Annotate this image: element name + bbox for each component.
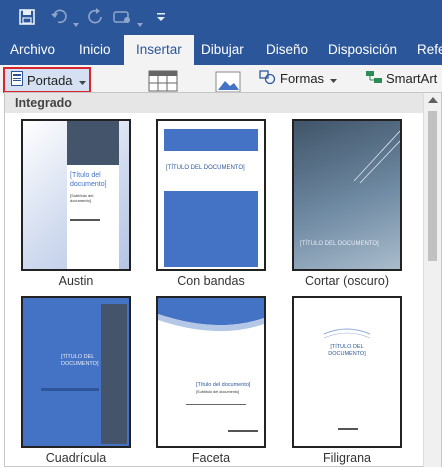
faceta-title: [Título del documento]: [196, 382, 251, 388]
cover-austin[interactable]: [Título del documento] [Subtítulo del do…: [21, 119, 131, 289]
faceta-wave: [158, 298, 264, 332]
thumbnail-con-bandas: [TÍTULO DEL DOCUMENTO]: [156, 119, 266, 271]
austin-header-block: [67, 121, 119, 165]
tab-archivo[interactable]: Archivo: [10, 35, 55, 65]
austin-title: [Título del documento]: [70, 172, 107, 188]
tab-inicio[interactable]: Inicio: [79, 35, 111, 65]
cover-filigrana[interactable]: [TÍTULO DEL DOCUMENTO] Filigrana: [292, 296, 402, 466]
cover-label-con-bandas: Con bandas: [177, 274, 245, 288]
cover-label-cortar-oscuro: Cortar (oscuro): [304, 274, 390, 288]
smartart-label: SmartArt: [386, 70, 438, 86]
cover-label-austin: Austin: [58, 274, 94, 288]
formas-label: Formas: [280, 70, 325, 86]
dropdown-small-icon[interactable]: [137, 14, 143, 32]
cover-label-faceta: Faceta: [191, 451, 231, 465]
filigrana-footer: [338, 428, 358, 430]
scroll-thumb[interactable]: [428, 111, 437, 261]
cover-label-cuadricula: Cuadrícula: [45, 451, 107, 465]
austin-line: [70, 219, 100, 221]
save-icon[interactable]: [18, 8, 36, 26]
ribbon-tabs: Archivo Inicio Insertar Dibujar Diseño D…: [0, 35, 442, 65]
cover-con-bandas[interactable]: [TÍTULO DEL DOCUMENTO] Con bandas: [156, 119, 266, 289]
portada-button[interactable]: Portada: [3, 67, 91, 93]
section-header-integrado: Integrado: [5, 93, 423, 113]
thumbnail-cortar-oscuro: [TÍTULO DEL DOCUMENTO]: [292, 119, 402, 271]
cover-page-icon: [11, 71, 23, 89]
band-top: [164, 129, 258, 151]
tab-dibujar[interactable]: Dibujar: [201, 35, 244, 65]
band-bottom: [164, 191, 258, 267]
portada-label: Portada: [27, 72, 73, 88]
cover-cortar-oscuro[interactable]: [TÍTULO DEL DOCUMENTO] Cortar (oscuro): [292, 119, 402, 289]
touch-mode-icon[interactable]: [113, 8, 133, 26]
smartart-button[interactable]: SmartArt: [365, 67, 437, 89]
faceta-subtitle: [Subtítulo del documento]: [196, 390, 240, 394]
scroll-up-icon[interactable]: [428, 97, 438, 103]
tab-referencias[interactable]: Refe: [417, 35, 442, 65]
cortar-title: [TÍTULO DEL DOCUMENTO]: [300, 241, 379, 247]
cuadricula-title: [TÍTULO DEL DOCUMENTO]: [61, 354, 99, 367]
vertical-scrollbar[interactable]: [423, 93, 441, 467]
austin-subtitle: [Subtítulo del documento]: [70, 193, 94, 203]
cover-page-gallery: Integrado [Título del documento] [Subtít…: [4, 92, 442, 467]
dropdown-small-icon[interactable]: [73, 14, 79, 32]
chevron-down-icon: [78, 73, 86, 88]
con-bandas-title: [TÍTULO DEL DOCUMENTO]: [166, 165, 245, 171]
undo-icon[interactable]: [50, 8, 70, 26]
cover-faceta[interactable]: [Título del documento] [Subtítulo del do…: [156, 296, 266, 466]
thumbnail-faceta: [Título del documento] [Subtítulo del do…: [156, 296, 266, 448]
thumbnail-austin: [Título del documento] [Subtítulo del do…: [21, 119, 131, 271]
faceta-footer: [228, 430, 258, 432]
thumbnail-cuadricula: [TÍTULO DEL DOCUMENTO]: [21, 296, 131, 448]
cuadricula-sidebar: [101, 304, 127, 444]
thumbnail-filigrana: [TÍTULO DEL DOCUMENTO]: [292, 296, 402, 448]
filigrana-ornament: [323, 328, 371, 339]
quick-access-toolbar: [0, 0, 442, 35]
cuadricula-line: [41, 388, 99, 391]
tab-disposicion[interactable]: Disposición: [328, 35, 397, 65]
filigrana-title: [TÍTULO DEL DOCUMENTO]: [328, 344, 366, 357]
chevron-down-icon: [330, 71, 338, 86]
tab-insertar[interactable]: Insertar: [124, 35, 194, 65]
cover-cuadricula[interactable]: [TÍTULO DEL DOCUMENTO] Cuadrícula: [21, 296, 131, 466]
shapes-icon: [258, 69, 276, 88]
customize-icon[interactable]: [155, 8, 167, 26]
tab-diseno[interactable]: Diseño: [266, 35, 308, 65]
word-window: Archivo Inicio Insertar Dibujar Diseño D…: [0, 0, 442, 467]
cover-label-filigrana: Filigrana: [323, 451, 371, 465]
faceta-line: [186, 404, 246, 405]
formas-button[interactable]: Formas: [258, 67, 338, 89]
redo-icon[interactable]: [87, 8, 105, 26]
smartart-icon: [365, 69, 383, 88]
